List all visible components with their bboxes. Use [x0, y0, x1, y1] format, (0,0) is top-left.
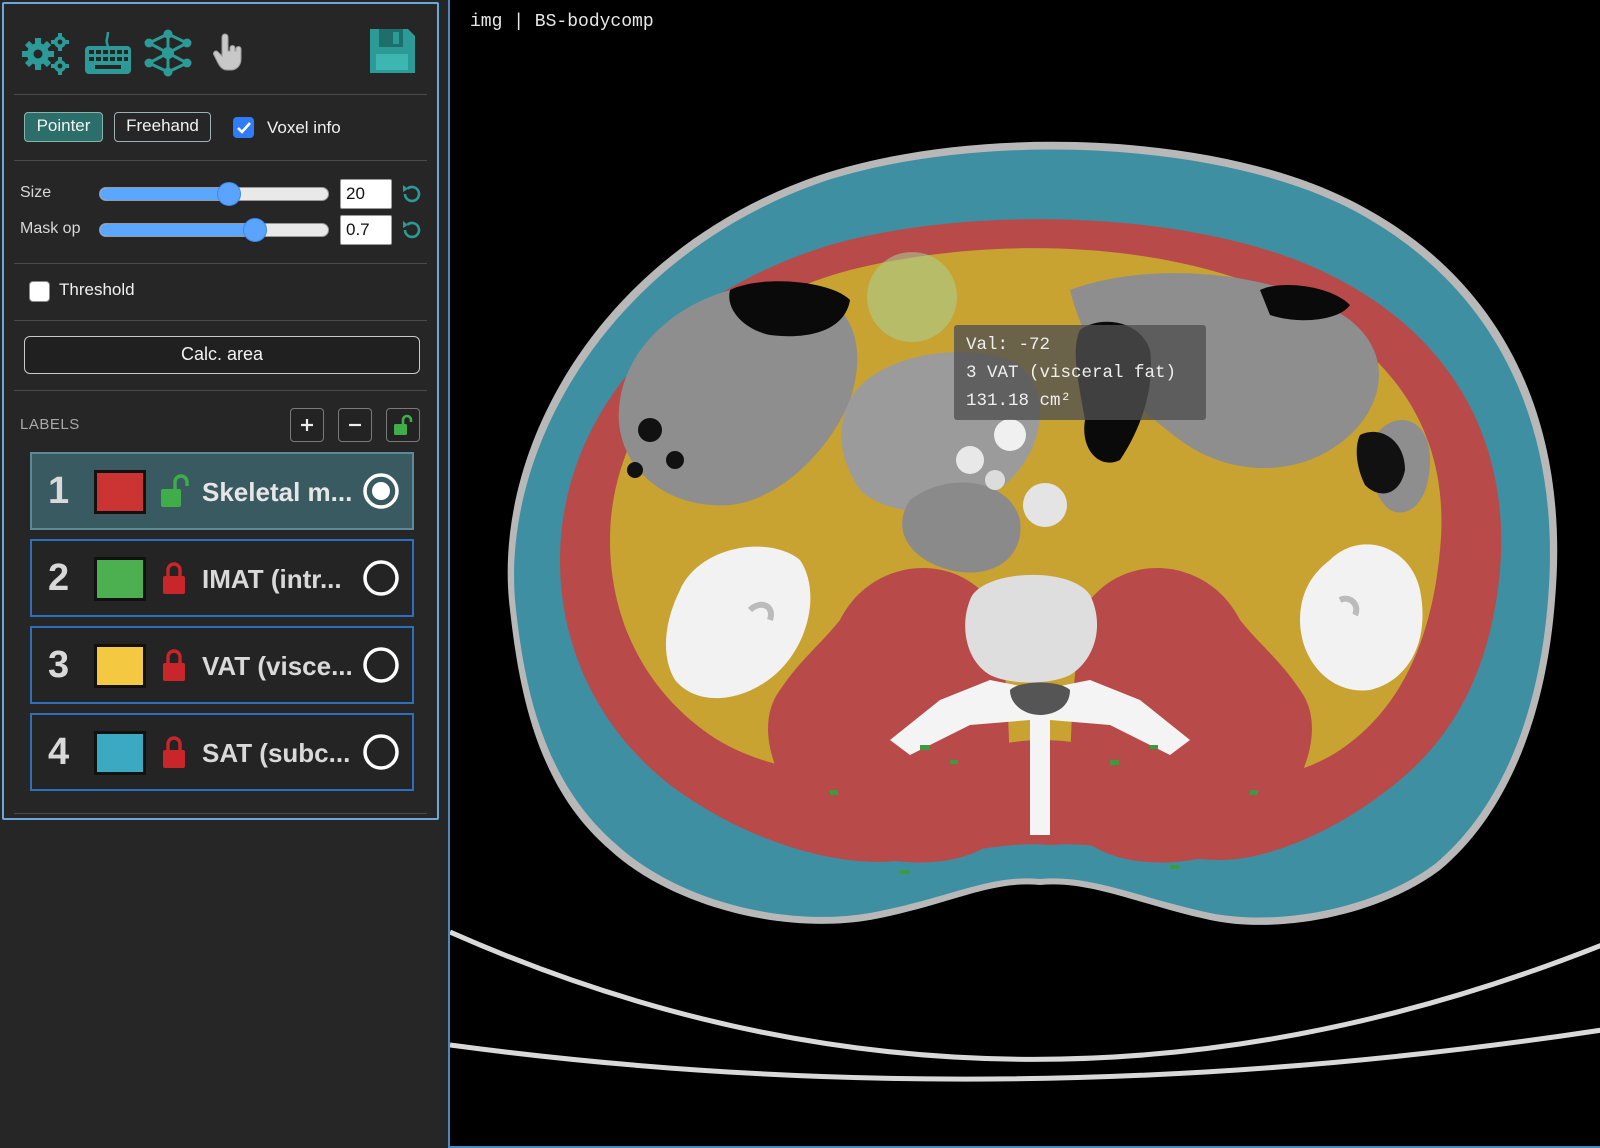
plus-icon: [301, 419, 313, 431]
unlock-all-button[interactable]: [386, 408, 420, 442]
mask-op-input[interactable]: [340, 215, 392, 245]
mask-op-slider-thumb[interactable]: [243, 218, 267, 242]
unlocked-icon[interactable]: [160, 473, 190, 509]
divider: [14, 320, 427, 321]
voxel-info-label: Voxel info: [267, 118, 341, 137]
control-panel: Pointer Freehand Voxel info Size Mask op…: [2, 2, 439, 820]
minus-icon: [349, 423, 361, 427]
unlock-icon: [394, 414, 413, 435]
label-color-swatch[interactable]: [94, 470, 146, 514]
label-name: SAT (subc...: [202, 738, 351, 768]
label-color-swatch[interactable]: [94, 557, 146, 601]
label-row-vat[interactable]: 3 VAT (visce...: [30, 626, 414, 704]
lock-icon[interactable]: [160, 647, 190, 683]
label-name: Skeletal m...: [202, 477, 353, 507]
label-row-sat[interactable]: 4 SAT (subc...: [30, 713, 414, 791]
size-reset-icon[interactable]: [400, 182, 424, 206]
add-label-button[interactable]: [290, 408, 324, 442]
radio-icon[interactable]: [362, 646, 400, 684]
radio-icon[interactable]: [362, 559, 400, 597]
pointer-hand-icon[interactable]: [200, 28, 256, 78]
size-slider-track[interactable]: [99, 187, 329, 201]
label-color-swatch[interactable]: [94, 644, 146, 688]
image-viewer[interactable]: img | BS-bodycomp Val: -72 3 VAT (viscer…: [448, 0, 1600, 1148]
check-icon: [236, 121, 251, 134]
lock-icon[interactable]: [160, 560, 190, 596]
voxel-value: Val: -72: [966, 335, 1051, 355]
size-slider-thumb[interactable]: [217, 182, 241, 206]
threshold-label: Threshold: [59, 280, 135, 299]
label-color-swatch[interactable]: [94, 731, 146, 775]
label-number: 3: [48, 644, 70, 686]
lock-icon[interactable]: [160, 734, 190, 770]
voxel-info-checkbox[interactable]: [233, 117, 254, 138]
gears-icon[interactable]: [18, 28, 74, 78]
divider: [14, 94, 427, 95]
voxel-label: 3 VAT (visceral fat): [966, 363, 1177, 383]
freehand-mode-button[interactable]: Freehand: [114, 112, 211, 142]
pointer-mode-button[interactable]: Pointer: [24, 112, 103, 142]
voxel-area: 131.18 cm²: [966, 391, 1072, 411]
mask-op-slider-track[interactable]: [99, 223, 329, 237]
toolbar: [4, 4, 437, 96]
label-name: VAT (visce...: [202, 651, 353, 681]
divider: [14, 263, 427, 264]
divider: [14, 160, 427, 161]
keyboard-icon[interactable]: [80, 28, 136, 78]
label-number: 1: [48, 470, 70, 512]
radio-icon[interactable]: [362, 733, 400, 771]
save-icon[interactable]: [364, 26, 420, 76]
label-number: 4: [48, 731, 70, 773]
label-row-skeletal[interactable]: 1 Skeletal m...: [30, 452, 414, 530]
threshold-checkbox[interactable]: [29, 281, 50, 302]
radio-selected-icon[interactable]: [362, 472, 400, 510]
size-label: Size: [20, 184, 52, 201]
network-icon[interactable]: [140, 28, 196, 78]
size-input[interactable]: [340, 179, 392, 209]
label-row-imat[interactable]: 2 IMAT (intr...: [30, 539, 414, 617]
mask-op-slider-fill: [100, 224, 253, 236]
mask-op-label: Mask op: [20, 220, 81, 237]
viewer-title: img | BS-bodycomp: [470, 12, 654, 32]
remove-label-button[interactable]: [338, 408, 372, 442]
label-number: 2: [48, 557, 70, 599]
ct-slice-image[interactable]: [450, 0, 1600, 1148]
labels-section-title: LABELS: [20, 416, 80, 433]
calc-area-button[interactable]: Calc. area: [24, 336, 420, 374]
mask-op-reset-icon[interactable]: [400, 218, 424, 242]
voxel-info-tooltip: Val: -72 3 VAT (visceral fat) 131.18 cm²: [954, 325, 1206, 420]
divider: [14, 813, 427, 814]
size-slider-fill: [100, 188, 228, 200]
divider: [14, 390, 427, 391]
label-name: IMAT (intr...: [202, 564, 342, 594]
